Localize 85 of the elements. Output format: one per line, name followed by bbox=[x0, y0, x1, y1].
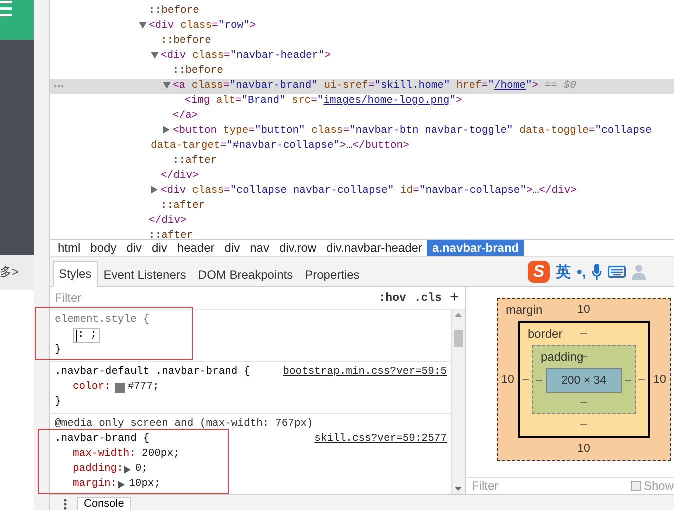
margin-value: 10 bbox=[654, 374, 666, 386]
breadcrumb[interactable]: div bbox=[122, 240, 148, 256]
padding-value: – bbox=[536, 374, 543, 386]
hover-state-toggle[interactable]: :hov bbox=[378, 292, 406, 304]
margin-value: 10 bbox=[578, 443, 590, 455]
tab[interactable]: DOM Breakpoints bbox=[192, 262, 300, 287]
property-editor[interactable]: : ; bbox=[73, 328, 100, 343]
css-property: max-width: bbox=[73, 447, 136, 462]
closing-tag: </a> bbox=[50, 109, 674, 124]
css-selector: .navbar-brand { bbox=[55, 432, 150, 447]
dom-node[interactable]: ::before bbox=[50, 4, 674, 19]
expanded-triangle-icon[interactable] bbox=[163, 82, 171, 89]
collapsed-triangle-icon[interactable] bbox=[124, 466, 132, 474]
margin-value: 10 bbox=[578, 304, 590, 316]
dom-node[interactable]: <img alt="Brand" src="images/home-logo.png"> bbox=[50, 94, 674, 109]
collapsed-triangle-icon[interactable] bbox=[163, 126, 170, 134]
ime-mode-button[interactable]: 英 bbox=[556, 262, 571, 282]
closing-brace: } bbox=[55, 343, 62, 358]
microphone-icon[interactable] bbox=[592, 264, 602, 280]
dom-node[interactable]: ::before bbox=[50, 34, 674, 49]
scrollbar[interactable] bbox=[451, 310, 465, 494]
menu-icon[interactable] bbox=[0, 0, 12, 18]
css-selector: element.style { bbox=[55, 313, 150, 328]
dom-node[interactable]: <div class="navbar-header"> bbox=[50, 49, 674, 64]
scrollbar-thumb[interactable] bbox=[454, 330, 463, 347]
breadcrumb[interactable]: div bbox=[220, 240, 246, 256]
collapsed-triangle-icon[interactable] bbox=[118, 480, 126, 488]
dom-node[interactable]: ::after bbox=[50, 154, 674, 169]
breadcrumb[interactable]: html bbox=[53, 240, 86, 256]
dom-node[interactable]: <a class="navbar-brand" ui-sref="skill.home" href="/home"> == $0 bbox=[50, 79, 674, 94]
dom-node[interactable]: <div class="collapse navbar-collapse" id="navbar-collapse">…</div> bbox=[50, 184, 674, 199]
source-link[interactable]: bootstrap.min.css?ver=59:5 bbox=[283, 365, 447, 380]
expanded-triangle-icon[interactable] bbox=[151, 52, 159, 59]
breadcrumb[interactable]: div.navbar-header bbox=[322, 240, 428, 256]
color-swatch[interactable] bbox=[114, 382, 125, 392]
breadcrumb[interactable]: body bbox=[86, 240, 122, 256]
dom-node[interactable]: ::after bbox=[50, 199, 674, 214]
scroll-down-arrow-icon[interactable] bbox=[455, 487, 462, 491]
closing-brace: } bbox=[55, 395, 62, 410]
breadcrumb[interactable]: div bbox=[147, 240, 172, 256]
dom-node[interactable]: <div class="row"> bbox=[50, 19, 674, 34]
dom-node[interactable]: ::after bbox=[50, 229, 674, 239]
css-property: margin: bbox=[73, 477, 118, 492]
border-value: – bbox=[580, 419, 588, 431]
checkbox[interactable] bbox=[630, 481, 641, 491]
css-value: 0; bbox=[135, 462, 148, 477]
css-property: color: bbox=[73, 380, 111, 395]
expanded-triangle-icon[interactable] bbox=[139, 22, 147, 29]
media-query: @media only screen and (max-width: 767px) bbox=[55, 417, 314, 432]
closing-tag: </div> bbox=[50, 214, 674, 229]
keyboard-icon[interactable] bbox=[608, 266, 626, 278]
padding-value: – bbox=[580, 397, 588, 409]
css-property: padding: bbox=[73, 462, 124, 477]
padding-value: – bbox=[625, 374, 632, 386]
dom-node[interactable]: <button type="button" class="navbar-btn navbar-toggle" data-toggle="collapse data-target="#navbar-collapse">…</button> bbox=[50, 124, 674, 154]
box-label: margin bbox=[506, 303, 543, 317]
closing-tag: </div> bbox=[50, 169, 674, 184]
more-icon bbox=[54, 85, 64, 88]
dom-node[interactable]: ::before bbox=[50, 64, 674, 79]
breadcrumb[interactable]: header bbox=[172, 240, 220, 256]
tab[interactable]: Console bbox=[77, 497, 132, 510]
scroll-up-arrow-icon[interactable] bbox=[455, 313, 462, 317]
border-value: – bbox=[580, 328, 588, 340]
breadcrumb[interactable]: a.navbar-brand bbox=[427, 240, 524, 256]
css-selector: .navbar-default .navbar-brand { bbox=[55, 365, 250, 380]
tab[interactable]: Event Listeners bbox=[98, 262, 192, 287]
ime-mode-button[interactable]: •, bbox=[577, 264, 586, 280]
css-value: 10px; bbox=[129, 477, 161, 492]
box-label: border bbox=[528, 327, 563, 341]
css-value: #777; bbox=[128, 380, 160, 395]
css-value: 200px; bbox=[142, 447, 180, 462]
checkbox-label: Show bbox=[644, 479, 674, 493]
collapsed-triangle-icon[interactable] bbox=[151, 186, 158, 194]
content-box: 200 × 34 bbox=[546, 368, 622, 393]
border-value: – bbox=[522, 374, 530, 386]
breadcrumb[interactable]: nav bbox=[245, 240, 274, 256]
more-vertical-icon[interactable] bbox=[64, 499, 67, 510]
margin-value: 10 bbox=[502, 374, 514, 386]
source-link[interactable]: skill.css?ver=59:2577 bbox=[314, 432, 447, 447]
class-toggle[interactable]: .cls bbox=[414, 292, 442, 304]
tab[interactable]: Styles bbox=[53, 261, 98, 287]
breadcrumb[interactable]: div.row bbox=[274, 240, 322, 256]
border-value: – bbox=[638, 374, 646, 386]
new-rule-button[interactable]: + bbox=[450, 290, 459, 306]
tab[interactable]: Properties bbox=[299, 262, 366, 287]
